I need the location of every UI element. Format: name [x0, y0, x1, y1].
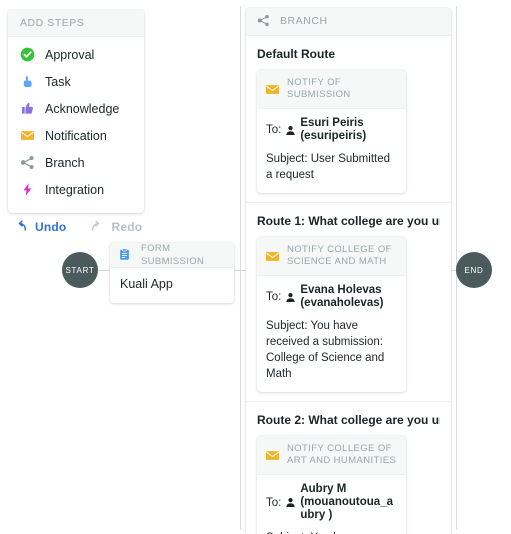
route-block: Route 1: What college are you und… NOTIF…	[246, 202, 451, 401]
notification-card[interactable]: NOTIFY OF SUBMISSION To: Esuri Peiris (e…	[257, 70, 406, 193]
add-step-integration-label: Integration	[45, 182, 105, 197]
add-steps-header-label: ADD STEPS	[20, 16, 85, 29]
subject-text: Subject: You have received a submission:…	[266, 530, 397, 534]
redo-button[interactable]: Redo	[90, 219, 142, 234]
add-step-integration[interactable]: Integration	[8, 176, 144, 203]
workflow-canvas: ADD STEPS Approval Task Acknowledge Noti…	[0, 0, 511, 534]
notification-card-header: NOTIFY COLLEGE OF SCIENCE AND MATH	[257, 237, 406, 276]
notification-card-body: To: Esuri Peiris (esuripeiris) Subject: …	[257, 109, 406, 193]
notification-card-header-label: NOTIFY OF SUBMISSION	[287, 77, 351, 100]
route-block: Default Route NOTIFY OF SUBMISSION To: E…	[246, 36, 451, 202]
recipient-row: To: Aubry M (mouanoutoua_aubry )	[266, 483, 397, 522]
route-title: Route 2: What college are you und…	[257, 413, 440, 427]
undo-label: Undo	[35, 219, 67, 234]
recipient-name: Evana Holevas (evanaholevas)	[300, 284, 384, 309]
branch-panel: BRANCH Default Route NOTIFY OF SUBMISSIO…	[246, 8, 451, 534]
history-controls: Undo Redo	[14, 219, 142, 234]
add-step-branch-label: Branch	[45, 155, 85, 170]
clipboard-icon	[118, 248, 133, 263]
branch-routes: Default Route NOTIFY OF SUBMISSION To: E…	[246, 36, 451, 534]
person-icon	[285, 495, 296, 510]
notification-card[interactable]: NOTIFY COLLEGE OF ART AND HUMANITIES To:…	[257, 436, 406, 534]
notification-card-header: NOTIFY COLLEGE OF ART AND HUMANITIES	[257, 436, 406, 475]
route-title: Default Route	[257, 47, 335, 61]
lightning-bolt-icon	[20, 182, 35, 197]
branch-header: BRANCH	[246, 8, 451, 36]
branch-header-label: BRANCH	[280, 15, 328, 27]
envelope-icon	[265, 82, 280, 97]
notification-card-body: To: Evana Holevas (evanaholevas) Subject…	[257, 276, 406, 392]
thumbs-up-icon	[20, 101, 35, 116]
add-step-approval-label: Approval	[45, 47, 95, 62]
envelope-icon	[265, 249, 280, 264]
start-node-label: START	[65, 265, 95, 275]
end-node[interactable]: END	[456, 252, 492, 288]
envelope-icon	[20, 128, 35, 143]
to-label: To:	[266, 496, 282, 509]
person-icon	[285, 123, 296, 138]
form-submission-body: Kuali App	[120, 277, 173, 291]
add-step-approval[interactable]: Approval	[8, 41, 144, 68]
subject-text: Subject: You have received a submission:…	[266, 320, 385, 380]
branch-share-icon	[20, 155, 35, 170]
branch-share-icon	[257, 14, 272, 29]
add-step-notification-label: Notification	[45, 128, 107, 143]
undo-arrow-icon	[14, 219, 29, 234]
add-step-acknowledge-label: Acknowledge	[45, 101, 120, 116]
hand-point-up-icon	[20, 74, 35, 89]
envelope-icon	[265, 448, 280, 463]
recipient-name: Esuri Peiris (esuripeiris)	[300, 117, 367, 142]
approval-check-circle-icon	[20, 47, 35, 62]
redo-arrow-icon	[90, 219, 105, 234]
start-node[interactable]: START	[62, 252, 98, 288]
add-step-acknowledge[interactable]: Acknowledge	[8, 95, 144, 122]
notification-card-header: NOTIFY OF SUBMISSION	[257, 70, 406, 109]
recipient-row: To: Esuri Peiris (esuripeiris)	[266, 117, 397, 143]
undo-button[interactable]: Undo	[14, 219, 66, 234]
notification-card[interactable]: NOTIFY COLLEGE OF SCIENCE AND MATH To: E…	[257, 237, 406, 392]
add-steps-header: ADD STEPS	[8, 10, 144, 37]
to-label: To:	[266, 124, 282, 136]
add-step-notification[interactable]: Notification	[8, 122, 144, 149]
notification-card-body: To: Aubry M (mouanoutoua_aubry ) Subject…	[257, 475, 406, 534]
route-block: Route 2: What college are you und… NOTIF…	[246, 401, 451, 534]
to-label: To:	[266, 291, 282, 303]
add-steps-list: Approval Task Acknowledge Notification B…	[8, 37, 144, 213]
add-step-task-label: Task	[45, 74, 71, 89]
route-title: Route 1: What college are you und…	[257, 214, 440, 228]
form-submission-card[interactable]: FORM SUBMISSION Kuali App	[110, 243, 234, 303]
recipient-name: Aubry M (mouanoutoua_aubry )	[300, 483, 393, 521]
redo-label: Redo	[111, 219, 143, 234]
person-icon	[285, 290, 296, 305]
notification-card-header-label: NOTIFY COLLEGE OF SCIENCE AND MATH	[287, 244, 392, 267]
form-submission-header-label: FORM SUBMISSION	[141, 243, 205, 267]
connector-branch-left-spine	[240, 6, 241, 530]
add-step-branch[interactable]: Branch	[8, 149, 144, 176]
form-submission-header: FORM SUBMISSION	[110, 243, 234, 268]
add-step-task[interactable]: Task	[8, 68, 144, 95]
add-steps-panel: ADD STEPS Approval Task Acknowledge Noti…	[8, 10, 144, 213]
notification-card-header-label: NOTIFY COLLEGE OF ART AND HUMANITIES	[287, 443, 397, 466]
subject-text: Subject: User Submitted a request	[266, 153, 391, 181]
end-node-label: END	[464, 265, 484, 275]
recipient-row: To: Evana Holevas (evanaholevas)	[266, 284, 397, 310]
